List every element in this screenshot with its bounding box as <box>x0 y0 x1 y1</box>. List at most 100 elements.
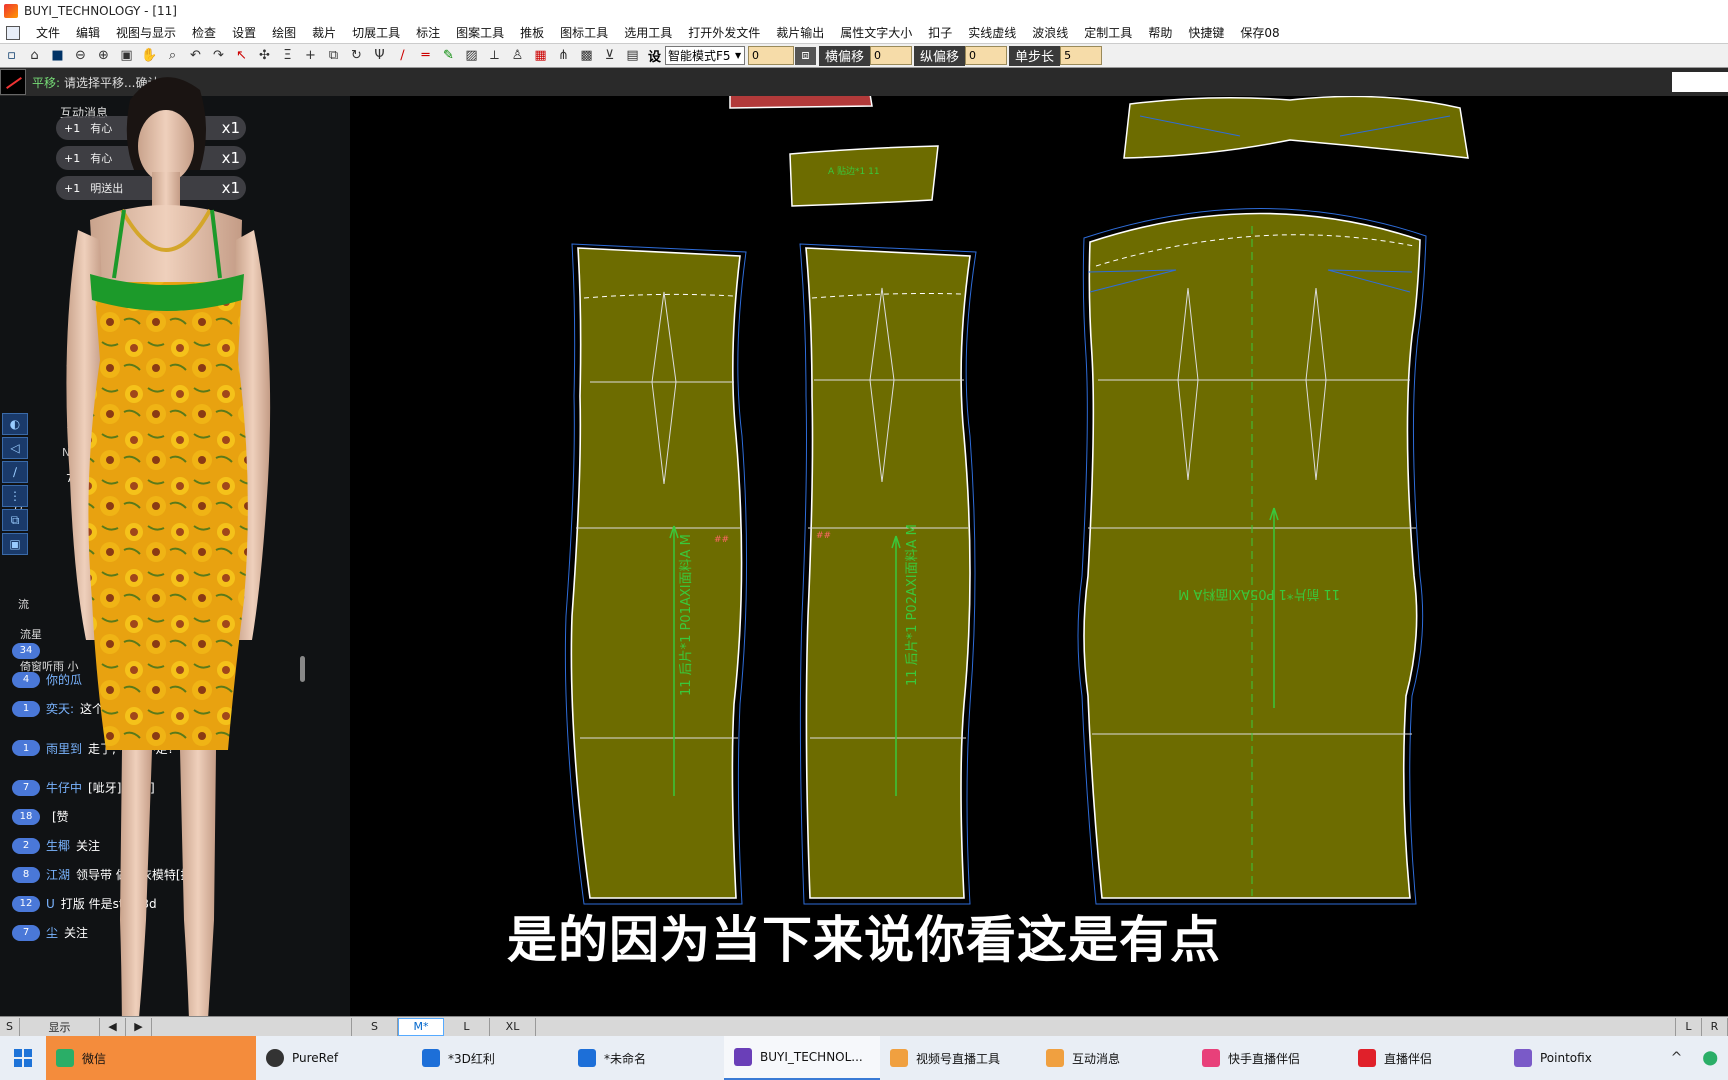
menu-draw[interactable]: 绘图 <box>264 24 304 41</box>
color-grid-icon[interactable]: ▦ <box>530 46 551 66</box>
side-tool-button[interactable]: ⧉ <box>2 509 28 531</box>
side-toolbox: ◐ ◁ ∕ ⋮ ⧉ ▣ <box>0 411 30 557</box>
menu-annotate[interactable]: 标注 <box>408 24 448 41</box>
menu-custom-tools[interactable]: 定制工具 <box>1076 24 1140 41</box>
size-tab-active[interactable]: M* <box>398 1017 444 1036</box>
wechat-icon <box>56 1049 74 1067</box>
kuaishou-icon <box>1202 1049 1220 1067</box>
mirror-icon[interactable]: ⧉ <box>323 46 344 66</box>
windows-taskbar: 微信 PureRef *3D红利 *未命名 BUYI_TECHNOL... 视频… <box>0 1036 1728 1080</box>
measure-icon[interactable]: ⟂ <box>484 46 505 66</box>
value-field[interactable]: 0 <box>748 46 795 65</box>
notch-label-right: ## <box>816 531 831 541</box>
taskbar-item-wechat[interactable]: 微信 <box>46 1036 256 1080</box>
taskbar-item-interactive-msg[interactable]: 互动消息 <box>1036 1036 1192 1080</box>
menu-save08[interactable]: 保存08 <box>1232 24 1287 41</box>
display-label[interactable]: 显示 <box>20 1017 100 1036</box>
size-tab[interactable]: L <box>444 1017 490 1036</box>
app-window: BUYI_TECHNOLOGY - [11] 文件 编辑 视图与显示 检查 设置… <box>0 0 1728 1080</box>
line-icon[interactable]: ∕ <box>392 46 413 66</box>
taskbar-label: PureRef <box>292 1051 339 1065</box>
menu-edit[interactable]: 编辑 <box>68 24 108 41</box>
menu-slash-spread[interactable]: 切展工具 <box>344 24 408 41</box>
taskbar-label: 快手直播伴侣 <box>1228 1051 1301 1066</box>
taskbar-item-kuaishou[interactable]: 快手直播伴侣 <box>1192 1036 1348 1080</box>
menu-pattern-tools[interactable]: 图案工具 <box>448 24 512 41</box>
menu-buttons[interactable]: 扣子 <box>920 24 960 41</box>
style3d-icon <box>422 1049 440 1067</box>
menu-open-outsource[interactable]: 打开外发文件 <box>680 24 768 41</box>
taskbar-item-pointofix[interactable]: Pointofix <box>1504 1036 1634 1080</box>
windows-logo-icon <box>14 1049 32 1067</box>
tray-app-icon[interactable]: ⬤ <box>1702 1050 1718 1066</box>
tray-chevron-up-icon[interactable]: ^ <box>1671 1050 1683 1066</box>
notch-label-left: ## <box>714 535 729 545</box>
size-grid-empty <box>536 1017 1676 1036</box>
taskbar-label: 互动消息 <box>1072 1051 1121 1066</box>
rotate-icon[interactable]: ↻ <box>346 46 367 66</box>
menu-grading[interactable]: 推板 <box>512 24 552 41</box>
stamp-icon[interactable]: ♙ <box>507 46 528 66</box>
taskbar-item-live-companion[interactable]: 直播伴侣 <box>1348 1036 1504 1080</box>
back-piece-left[interactable]: 11 后片*1 P01AXI面料A M ## <box>564 243 748 905</box>
menu-piece-output[interactable]: 裁片输出 <box>768 24 832 41</box>
taskbar-item-untitled[interactable]: *未命名 <box>568 1036 724 1080</box>
side-tool-button[interactable]: ◁ <box>2 437 28 459</box>
taskbar-item-channels-live[interactable]: 视频号直播工具 <box>880 1036 1036 1080</box>
front-piece[interactable]: 11 前片*1 P05AXI面料A M <box>1077 208 1427 905</box>
scroll-left-icon[interactable]: ◀ <box>100 1017 126 1036</box>
taskbar-item-3d[interactable]: *3D红利 <box>412 1036 568 1080</box>
back-piece-right[interactable]: 11 后片*1 P02AXI面料A M ## <box>799 243 977 905</box>
split-icon[interactable]: ⋔ <box>553 46 574 66</box>
menu-wave-line[interactable]: 波浪线 <box>1024 24 1076 41</box>
size-bar: S 显示 ◀ ▶ S M* L XL L R <box>0 1016 1728 1036</box>
pattern-icon[interactable]: ▤ <box>622 46 643 66</box>
scroll-right-icon[interactable]: ▶ <box>126 1017 152 1036</box>
menu-selection-tools[interactable]: 选用工具 <box>616 24 680 41</box>
size-tab[interactable]: XL <box>490 1017 536 1036</box>
side-tool-button[interactable]: ◐ <box>2 413 28 435</box>
menu-view[interactable]: 视图与显示 <box>108 24 184 41</box>
menu-icon-tools[interactable]: 图标工具 <box>552 24 616 41</box>
pattern-canvas[interactable]: A 贴边*1 11 11 后片*1 P01AXI面料A M ## 11 后片*1… <box>350 96 1728 1016</box>
lock-ratio-icon[interactable]: ⧈ <box>795 46 817 65</box>
windows-start-button[interactable] <box>0 1036 46 1080</box>
side-tool-button[interactable]: ∕ <box>2 461 28 483</box>
command-input[interactable] <box>1672 72 1728 92</box>
menu-file[interactable]: 文件 <box>28 24 68 41</box>
menu-text-size[interactable]: 属性文字大小 <box>832 24 920 41</box>
channels-live-icon <box>1046 1049 1064 1067</box>
menu-shortcuts[interactable]: 快捷键 <box>1180 24 1232 41</box>
document-icon[interactable] <box>6 25 20 40</box>
menu-help[interactable]: 帮助 <box>1140 24 1180 41</box>
size-tab[interactable]: S <box>352 1017 398 1036</box>
h-offset-label: 横偏移 <box>819 45 871 66</box>
size-left-button[interactable]: S <box>0 1017 20 1036</box>
taskbar-item-pureref[interactable]: PureRef <box>256 1036 412 1080</box>
hatch-icon[interactable]: ▨ <box>461 46 482 66</box>
notch-icon[interactable]: ⊻ <box>599 46 620 66</box>
double-line-icon[interactable]: ═ <box>415 46 436 66</box>
set-label: 设 <box>648 50 662 65</box>
taskbar-item-buyi[interactable]: BUYI_TECHNOL... <box>724 1036 880 1080</box>
menu-line-style[interactable]: 实线虚线 <box>960 24 1024 41</box>
side-tool-button[interactable]: ▣ <box>2 533 28 555</box>
step-length-field[interactable]: 5 <box>1060 46 1103 65</box>
pencil-icon[interactable]: ✎ <box>438 46 459 66</box>
live-companion-icon <box>1358 1049 1376 1067</box>
facing-piece[interactable]: A 贴边*1 11 <box>789 145 939 207</box>
side-tool-button[interactable]: ⋮ <box>2 485 28 507</box>
new-file-icon[interactable]: ▫ <box>1 46 22 66</box>
mode-select[interactable]: 智能模式F5 ▼ <box>665 46 746 65</box>
menu-check[interactable]: 检查 <box>184 24 224 41</box>
menu-settings[interactable]: 设置 <box>224 24 264 41</box>
v-offset-field[interactable]: 0 <box>965 46 1008 65</box>
menu-piece[interactable]: 裁片 <box>304 24 344 41</box>
image-icon[interactable]: ▩ <box>576 46 597 66</box>
h-offset-field[interactable]: 0 <box>870 46 913 65</box>
side-r-button[interactable]: R <box>1702 1017 1728 1036</box>
side-l-button[interactable]: L <box>1676 1017 1702 1036</box>
fork-icon[interactable]: Ψ <box>369 46 390 66</box>
top-facing-piece[interactable] <box>1123 96 1469 159</box>
top-strip-piece[interactable] <box>729 96 873 109</box>
